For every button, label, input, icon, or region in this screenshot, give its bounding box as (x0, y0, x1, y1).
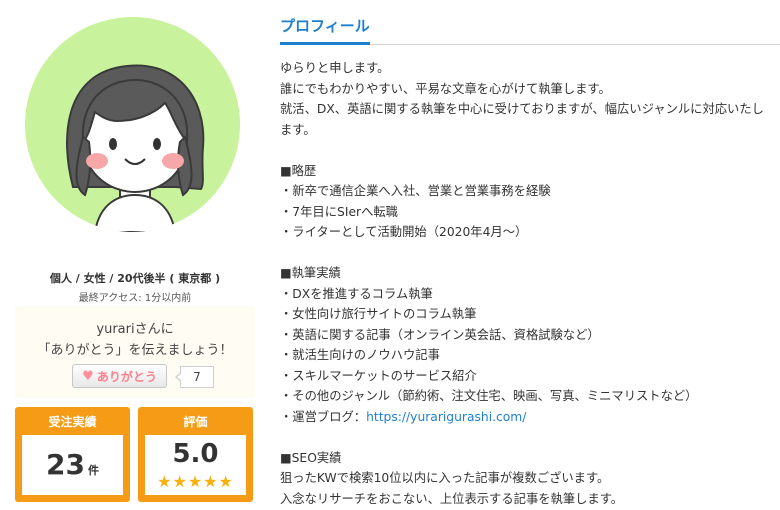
rating-stat: 評価 5.0 ★★★★★ (138, 407, 253, 502)
orders-stat: 受注実績 23 件 (15, 407, 130, 502)
last-access: 最終アクセス: 1分以内前 (78, 293, 192, 304)
divider (370, 44, 780, 45)
blog-link[interactable]: https://yurarigurashi.com/ (366, 410, 526, 424)
intro-line: ます。 (280, 122, 316, 137)
orders-value: 23 (46, 448, 85, 481)
works-heading: ■執筆実績 (280, 266, 341, 280)
section-title-underline (280, 42, 370, 45)
works-item: ・スキルマーケットのサービス紹介 (280, 368, 477, 383)
rating-value: 5.0 (172, 439, 219, 469)
works-item: ・女性向け旅行サイトのコラム執筆 (280, 307, 477, 321)
thanks-recipient: yurariさんに (96, 322, 174, 337)
heart-icon: ♥ (82, 368, 94, 384)
intro-line: 就活、DX、英語に関する執筆を中心に受けておりますが、幅広いジャンルに対応いたし (280, 102, 764, 116)
thanks-message: 「ありがとう」を伝えましょう！ (37, 343, 233, 358)
works-item: ・就活生向けのノウハウ記事 (280, 348, 440, 362)
rating-label: 評価 (183, 415, 208, 429)
seo-line: 狙ったKWで検索10位以内に入った記事が複数ございます。 (280, 471, 610, 485)
profile-section: プロフィール ゆらりと申します。 誰にでもわかりやすい、平易な文章を心がけて執筆… (280, 0, 780, 510)
seo-line: 入念なリサーチをおこない、上位表示する記事を執筆します。 (280, 491, 624, 506)
profile-body: ゆらりと申します。 誰にでもわかりやすい、平易な文章を心がけて執筆します。 就活… (280, 58, 776, 509)
career-item: ・ライターとして活動開始（2020年4月～） (280, 225, 528, 239)
blog-prefix: ・運営ブログ： (280, 409, 367, 424)
thanks-button[interactable]: ♥ ありがとう (72, 364, 167, 388)
career-item: ・7年目にSIerへ転職 (280, 204, 398, 219)
blog-line: ・運営ブログ：https://yurarigurashi.com/ (280, 407, 776, 428)
works-item: ・DXを推進するコラム執筆 (280, 286, 433, 301)
thanks-count: 7 (175, 366, 214, 388)
avatar-illustration (66, 64, 205, 232)
works-item: ・英語に関する記事（オンライン英会話、資格試験など） (280, 327, 600, 342)
orders-panel: 23 件 (22, 435, 123, 495)
avatar[interactable] (25, 17, 240, 232)
thanks-button-label: ありがとう (96, 369, 157, 384)
career-item: ・新卒で通信企業へ入社、営業と営業事務を経験 (280, 184, 551, 198)
career-heading: ■略歴 (280, 163, 317, 178)
profile-card: 個人 / 女性 / 20代後半 ( 東京都 ) 最終アクセス: 1分以内前 yu… (0, 0, 270, 510)
section-title: プロフィール (280, 17, 370, 35)
intro-line: ゆらりと申します。 (280, 61, 390, 75)
orders-label: 受注実績 (48, 415, 97, 429)
intro-line: 誰にでもわかりやすい、平易な文章を心がけて執筆します。 (280, 81, 611, 96)
orders-value-wrap: 23 件 (22, 448, 123, 481)
user-demographics: 個人 / 女性 / 20代後半 ( 東京都 ) (49, 272, 221, 285)
works-item: ・その他のジャンル（節約術、注文住宅、映画、写真、ミニマリストなど） (280, 389, 698, 403)
seo-heading: ■SEO実績 (280, 450, 342, 465)
rating-panel: 5.0 ★★★★★ (145, 435, 246, 495)
thanks-box: yurariさんに 「ありがとう」を伝えましょう！ ♥ ありがとう 7 (15, 306, 255, 398)
star-rating-icon: ★★★★★ (157, 472, 234, 491)
orders-unit: 件 (87, 464, 99, 477)
